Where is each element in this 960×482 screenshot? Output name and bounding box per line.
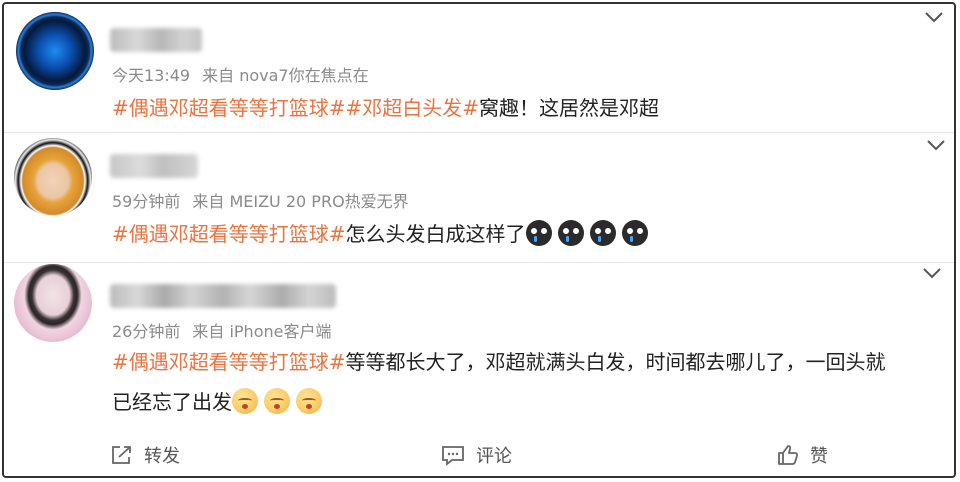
hashtag-link[interactable]: #邓超白头发# [346,96,480,120]
comment-meta: 今天13:49 来自 nova7你在焦点在 [112,62,369,86]
crying-face-icon [621,220,648,246]
comment-item: 今天13:49 来自 nova7你在焦点在 #偶遇邓超看等等打篮球##邓超白头发#… [4,4,954,132]
chevron-down-icon[interactable] [924,10,944,24]
sad-face-icon [232,388,258,414]
crying-face-icon [589,220,616,246]
avatar[interactable] [14,138,92,216]
comment-source: 来自 nova7你在焦点在 [202,66,369,85]
username-blurred[interactable] [110,284,336,308]
comment-text: #偶遇邓超看等等打篮球##邓超白头发#窝趣！这居然是邓超 [112,88,659,128]
share-icon [112,446,131,464]
repost-button[interactable]: 转发 [110,442,180,468]
emoji-group [232,388,328,414]
like-button[interactable]: 赞 [776,442,828,468]
emoji-group [525,220,654,246]
comment-body: 窝趣！这居然是邓超 [479,96,660,120]
hashtag-link[interactable]: #偶遇邓超看等等打篮球# [112,222,346,246]
comment-source: 来自 iPhone客户端 [192,322,332,341]
hashtag-link[interactable]: #偶遇邓超看等等打篮球# [112,96,346,120]
crying-face-icon [557,220,584,246]
chevron-down-icon[interactable] [922,266,942,280]
username-blurred[interactable] [110,28,202,52]
comment-body: 怎么头发白成这样了 [345,222,526,246]
comment-text: #偶遇邓超看等等打篮球#怎么头发白成这样了 [112,214,654,254]
comment-body: 等等都长大了，邓超就满头白发，时间都去哪儿了，一回头就 [345,350,886,374]
comment-source: 来自 MEIZU 20 PRO热爱无界 [192,192,409,211]
comment-button[interactable]: 评论 [440,442,512,468]
comment-line: 已经忘了出发 [112,382,942,422]
repost-label: 转发 [144,446,180,467]
avatar[interactable] [14,264,92,342]
chevron-down-icon[interactable] [926,138,946,152]
avatar[interactable] [16,12,94,90]
comment-item: 59分钟前 来自 MEIZU 20 PRO热爱无界 #偶遇邓超看等等打篮球#怎么头… [4,132,954,262]
sad-face-icon [264,388,290,414]
comment-body-cont: 已经忘了出发 [112,390,232,414]
weibo-comments-panel: 今天13:49 来自 nova7你在焦点在 #偶遇邓超看等等打篮球##邓超白头发#… [2,2,956,478]
comment-icon [442,446,464,466]
sad-face-icon [296,388,322,414]
comment-label: 评论 [476,446,512,467]
comment-item: 26分钟前 来自 iPhone客户端 #偶遇邓超看等等打篮球#等等都长大了，邓超就… [4,262,954,436]
action-bar: 转发 评论 赞 [4,436,954,476]
comment-time: 26分钟前 [112,322,181,341]
comment-time: 今天13:49 [112,66,191,85]
comment-meta: 59分钟前 来自 MEIZU 20 PRO热爱无界 [112,188,409,212]
thumbs-up-icon [778,445,799,465]
crying-face-icon [525,220,552,246]
comment-time: 59分钟前 [112,192,181,211]
comment-meta: 26分钟前 来自 iPhone客户端 [112,318,331,342]
comment-text: #偶遇邓超看等等打篮球#等等都长大了，邓超就满头白发，时间都去哪儿了，一回头就 … [112,342,942,422]
comment-line: #偶遇邓超看等等打篮球#等等都长大了，邓超就满头白发，时间都去哪儿了，一回头就 [112,342,942,382]
hashtag-link[interactable]: #偶遇邓超看等等打篮球# [112,350,346,374]
like-label: 赞 [810,446,828,467]
username-blurred[interactable] [110,154,198,178]
